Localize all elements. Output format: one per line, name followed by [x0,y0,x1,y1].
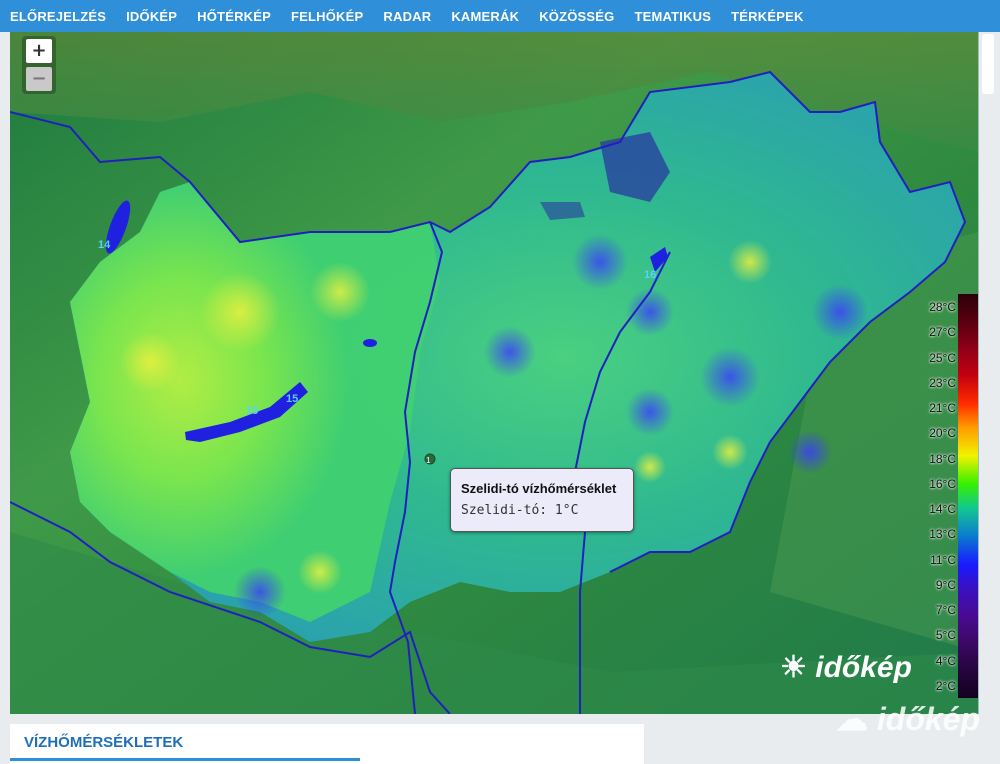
location-tooltip: Szelidi-tó vízhőmérséklet Szelidi-tó: 1°… [450,468,634,532]
sun-cloud-icon: ☁ [836,701,868,737]
nav-item-hoterkep[interactable]: HŐTÉRKÉP [187,9,281,24]
idokep-logo: ☀ időkép [780,650,912,685]
legend-label: 23°C [929,376,956,390]
tooltip-body: Szelidi-tó: 1°C [461,503,579,518]
warm-spot [728,240,772,284]
legend-label: 25°C [929,351,956,365]
legend-label: 9°C [935,578,956,592]
cool-spot [700,347,760,407]
lake-label: 14 [98,239,111,251]
nav-item-terkepek[interactable]: TÉRKÉPEK [721,9,813,24]
top-nav: ELŐREJELZÉS IDŐKÉP HŐTÉRKÉP FELHŐKÉP RAD… [0,0,1000,32]
nav-item-radar[interactable]: RADAR [373,9,441,24]
nav-item-tematikus[interactable]: TEMATIKUS [624,9,721,24]
legend-label: 5°C [935,628,956,642]
cool-spot [626,288,674,336]
cool-spot [234,566,286,618]
legend-label: 7°C [935,603,956,617]
legend-label: 16°C [929,477,956,491]
nav-item-elorejelzes[interactable]: ELŐREJELZÉS [0,9,116,24]
legend-label: 28°C [929,300,956,314]
right-gutter [979,32,1000,760]
warm-spot [298,550,342,594]
warm-spot [634,451,666,483]
nav-item-idokep[interactable]: IDŐKÉP [116,9,187,24]
legend-label: 27°C [929,325,956,339]
legend-label: 20°C [929,426,956,440]
warm-spot [712,434,748,470]
legend-label: 13°C [929,527,956,541]
idokep-watermark: ☁ időkép [836,700,980,738]
cool-spot [788,430,832,474]
scrollbar-thumb[interactable] [982,34,994,94]
legend-label: 2°C [935,679,956,693]
warm-spot [120,332,180,392]
map-canvas: 14 15 15 16 1 [10,32,978,714]
logo-text: időkép [815,651,912,684]
cool-spot [626,388,674,436]
lake-velence[interactable] [363,339,377,347]
nav-item-felhokep[interactable]: FELHŐKÉP [281,9,373,24]
legend-label: 4°C [935,654,956,668]
water-temperature-map[interactable]: 14 15 15 16 1 + − Szelidi-tó vízhőmérsék… [10,32,979,714]
cool-spot [484,326,536,378]
zoom-control: + − [22,36,56,94]
lake-label: 15 [246,405,258,417]
nav-item-kozosseg[interactable]: KÖZÖSSÉG [529,9,624,24]
tooltip-title: Szelidi-tó vízhőmérséklet [461,481,617,496]
legend-label: 14°C [929,502,956,516]
panel-title: VÍZHŐMÉRSÉKLETEK [24,734,184,751]
warm-spot [200,272,280,352]
cool-spot [572,234,628,290]
water-temperatures-panel: VÍZHŐMÉRSÉKLETEK [10,724,644,764]
legend-label: 18°C [929,452,956,466]
legend-color-bar [958,294,978,698]
warm-spot [310,262,370,322]
legend-label: 11°C [930,553,956,567]
sun-cloud-icon: ☀ [780,651,807,684]
watermark-text: időkép [876,701,981,737]
zoom-in-button[interactable]: + [26,39,52,63]
temperature-legend: 28°C 27°C 25°C 23°C 21°C 20°C 18°C 16°C 14°C 13°C… [929,294,978,698]
nav-item-kamerak[interactable]: KAMERÁK [441,9,529,24]
lake-label: 16 [644,269,656,281]
lake-label: 15 [286,393,298,405]
zoom-out-button[interactable]: − [26,67,52,91]
legend-label: 21°C [929,401,956,415]
marker-label: 1 [426,456,431,465]
